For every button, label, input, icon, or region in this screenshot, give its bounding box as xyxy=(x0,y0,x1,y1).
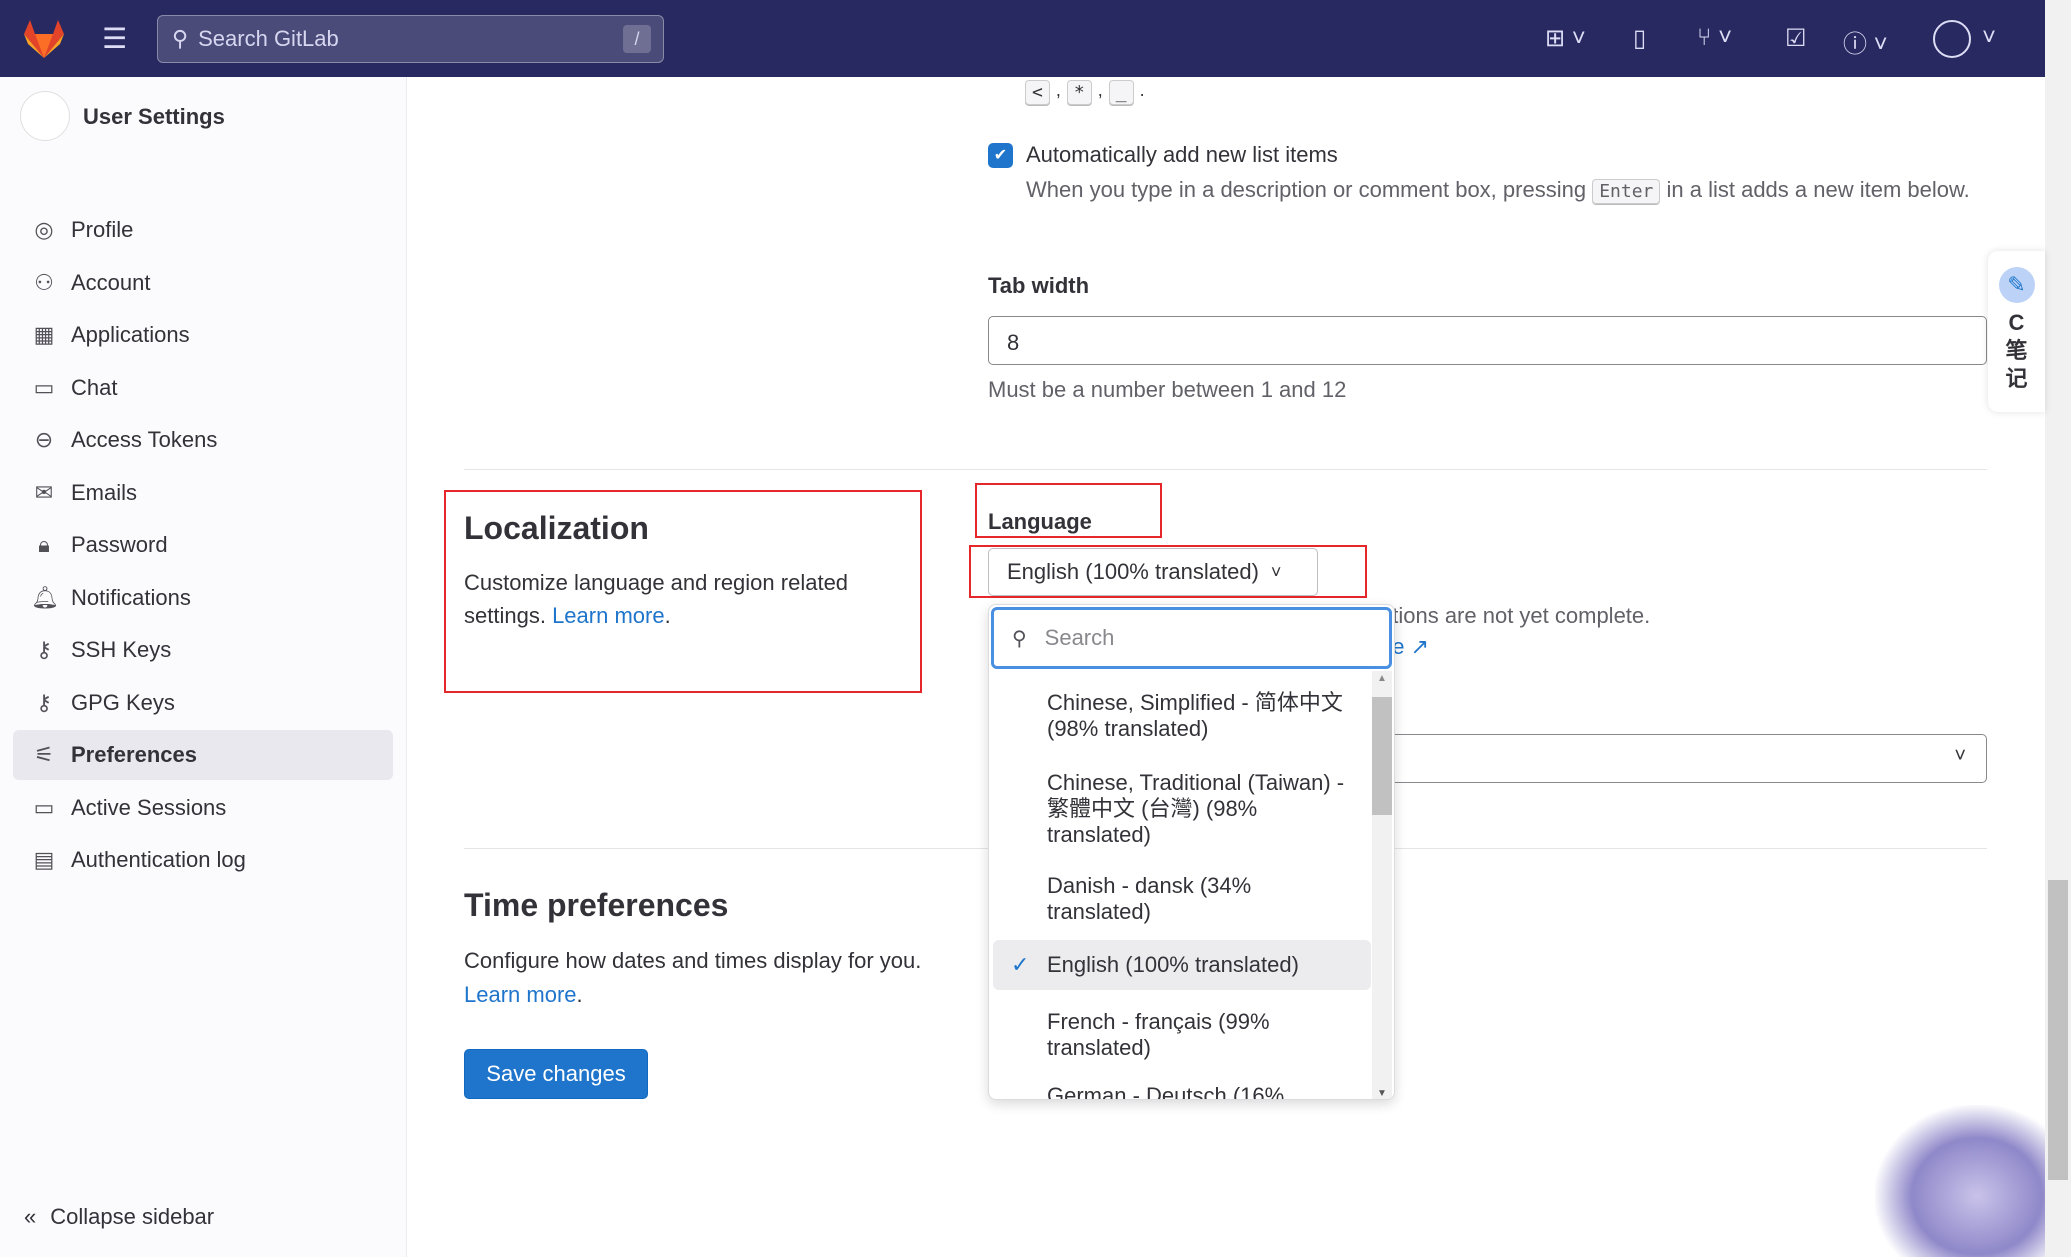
sidebar-item-access-tokens[interactable]: ⊖ Access Tokens xyxy=(13,415,393,465)
language-option[interactable]: ✓ English (100% translated) xyxy=(993,940,1371,990)
auto-list-label: Automatically add new list items xyxy=(1026,142,1338,167)
language-option[interactable]: German - Deutsch (16% translated) xyxy=(993,1083,1371,1099)
sidebar-item-active-sessions[interactable]: ▭ Active Sessions xyxy=(13,783,393,833)
language-option[interactable]: Chinese, Simplified - 简体中文 (98% translat… xyxy=(993,690,1371,742)
log-icon: ▤ xyxy=(33,847,55,872)
language-select[interactable]: English (100% translated) ˅ xyxy=(988,548,1318,596)
language-help-text: ations are not yet complete. xyxy=(1380,603,1651,628)
time-preferences-title: Time preferences xyxy=(464,887,729,923)
sidebar-item-emails[interactable]: ✉ Emails xyxy=(13,468,393,518)
language-option[interactable]: French - français (99% translated) xyxy=(993,1009,1371,1061)
search-icon: ⚲ xyxy=(172,26,189,51)
key-icon: ⚷ xyxy=(35,637,53,662)
sidebar-item-profile[interactable]: ◎ Profile xyxy=(13,205,393,255)
notes-icon: ✎ xyxy=(1998,267,2035,303)
learn-more-link[interactable]: Learn more xyxy=(464,982,577,1007)
help-icon[interactable]: ⓘ ˅ xyxy=(1843,24,1888,59)
top-navbar: ☰ ⚲ Search GitLab / ⊞ ˅ ▯ ⑂ ˅ ☑ ⓘ ˅ ˅ xyxy=(0,0,2045,77)
sidebar-item-preferences[interactable]: ⚟ Preferences xyxy=(13,730,393,780)
issues-icon[interactable]: ▯ xyxy=(1633,24,1646,53)
shortcut-badge: / xyxy=(623,25,651,53)
chevron-down-icon[interactable]: ˅ xyxy=(1982,24,1996,52)
gitlab-logo-icon[interactable] xyxy=(22,18,66,60)
mail-icon: ✉ xyxy=(34,479,54,505)
sidebar-item-password[interactable]: 🔒︎ Password xyxy=(13,520,393,570)
divider xyxy=(464,469,1987,470)
sidebar-item-applications[interactable]: ▦ Applications xyxy=(13,310,393,360)
profile-icon: ◎ xyxy=(34,217,54,242)
sidebar: User Settings ◎ Profile ⚇ Account ▦ Applicati… xyxy=(0,77,407,1257)
external-link-icon: ↗ xyxy=(1410,634,1430,659)
language-label: Language xyxy=(988,509,1092,534)
save-changes-button[interactable]: Save changes xyxy=(464,1049,648,1099)
special-chars: <, *, _. xyxy=(1025,80,1145,105)
collapse-sidebar-button[interactable]: « Collapse sidebar xyxy=(24,1204,214,1230)
token-icon: ⊖ xyxy=(34,427,54,452)
search-icon: ⚲ xyxy=(1012,627,1027,650)
preferences-icon: ⚟ xyxy=(34,742,54,767)
chevron-down-icon: ˅ xyxy=(1954,745,1966,767)
monitor-icon: ▭ xyxy=(33,794,55,820)
sidebar-item-authentication-log[interactable]: ▤ Authentication log xyxy=(13,835,393,885)
applications-icon: ▦ xyxy=(33,322,55,347)
double-chevron-left-icon: « xyxy=(24,1204,37,1229)
language-dropdown-menu: ⚲ Search Chinese, Simplified - 简体中文 (98%… xyxy=(988,604,1395,1100)
tab-width-input[interactable]: 8 xyxy=(988,316,1987,365)
sidebar-item-chat[interactable]: ▭ Chat xyxy=(13,363,393,413)
scroll-down-icon[interactable]: ▼ xyxy=(1377,1088,1387,1099)
first-day-select[interactable]: ˅ xyxy=(1380,734,1987,783)
key-icon: ⚷ xyxy=(35,689,53,715)
decorative-character-image xyxy=(1875,1105,2045,1257)
hamburger-menu-icon[interactable]: ☰ xyxy=(102,22,127,55)
auto-list-description: When you type in a description or commen… xyxy=(1026,177,1970,204)
localization-description: Customize language and region related se… xyxy=(464,570,849,628)
sidebar-item-ssh-keys[interactable]: ⚷ SSH Keys xyxy=(13,625,393,675)
sidebar-item-notifications[interactable]: 🔔︎ Notifications xyxy=(13,573,393,623)
auto-list-checkbox[interactable]: ✔ xyxy=(988,143,1013,168)
chat-icon: ▭ xyxy=(33,374,55,400)
tab-width-label: Tab width xyxy=(988,273,1090,298)
account-icon: ⚇ xyxy=(34,269,54,295)
language-search-input[interactable]: ⚲ Search xyxy=(991,607,1392,669)
todos-icon[interactable]: ☑ xyxy=(1785,24,1807,53)
avatar xyxy=(20,91,70,141)
merge-requests-icon[interactable]: ⑂ ˅ xyxy=(1697,24,1732,52)
language-option[interactable]: Danish - dansk (34% translated) xyxy=(993,873,1371,925)
language-option[interactable]: Chinese, Traditional (Taiwan) - 繁體中文 (台灣… xyxy=(993,770,1371,848)
sidebar-title: User Settings xyxy=(83,104,225,129)
avatar[interactable] xyxy=(1933,20,1971,58)
scroll-up-icon[interactable]: ▲ xyxy=(1377,673,1387,684)
page-scrollbar[interactable] xyxy=(2045,0,2071,1257)
localization-title: Localization xyxy=(464,510,649,546)
learn-more-link[interactable]: Learn more xyxy=(552,603,665,628)
bell-icon: 🔔︎ xyxy=(31,584,59,610)
chevron-down-icon: ˅ xyxy=(1270,561,1282,582)
notes-widget[interactable]: ✎ C 笔 记 xyxy=(1988,251,2045,412)
checkmark-icon: ✓ xyxy=(1011,952,1030,977)
sidebar-item-account[interactable]: ⚇ Account xyxy=(13,258,393,308)
time-preferences-description: Configure how dates and times display fo… xyxy=(464,948,922,1007)
lock-icon: 🔒︎ xyxy=(38,532,50,557)
tab-width-help: Must be a number between 1 and 12 xyxy=(988,377,1347,402)
search-input[interactable]: ⚲ Search GitLab / xyxy=(157,15,664,63)
sidebar-item-gpg-keys[interactable]: ⚷ GPG Keys xyxy=(13,678,393,728)
dropdown-scrollbar[interactable]: ▲ ▼ xyxy=(1372,671,1392,1099)
create-new-icon[interactable]: ⊞ ˅ xyxy=(1545,24,1586,53)
